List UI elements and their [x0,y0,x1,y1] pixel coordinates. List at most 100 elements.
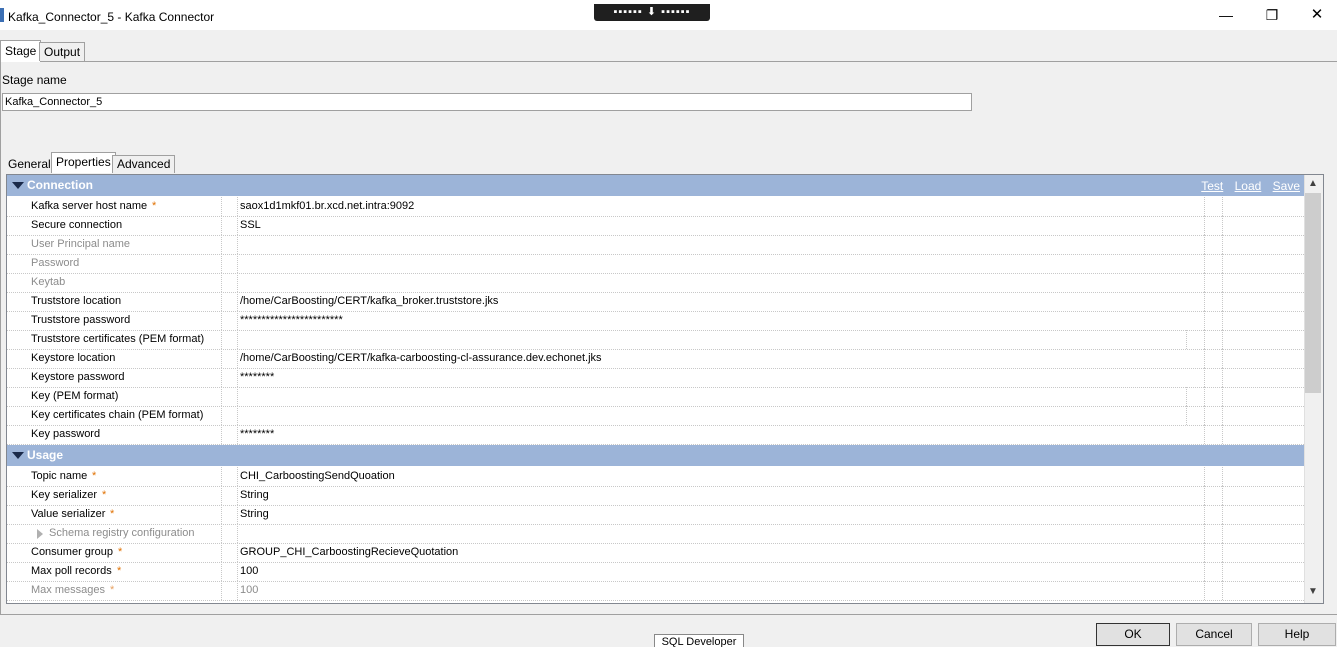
test-link[interactable]: Test [1201,179,1223,193]
property-row[interactable]: Truststore password *********************… [7,311,1304,331]
property-label: User Principal name [31,238,131,250]
property-value[interactable]: ******** [240,371,274,383]
required-marker: * [92,470,97,482]
property-row[interactable]: Password [7,254,1304,274]
column-separator [1204,273,1206,292]
property-row[interactable]: Max poll records * 100 [7,562,1304,582]
property-label: Consumer group [31,546,113,558]
property-row[interactable]: User Principal name [7,235,1304,255]
column-separator [1222,486,1224,505]
column-separator [1204,235,1206,254]
property-row[interactable]: Value serializer * String [7,505,1304,525]
column-separator [221,197,223,216]
tab-general[interactable]: General [4,156,55,173]
property-value[interactable]: GROUP_CHI_CarboostingRecieveQuotation [240,546,458,558]
property-value[interactable]: SSL [240,219,261,231]
column-separator [1222,197,1224,216]
column-separator [221,254,223,273]
scroll-up-icon[interactable]: ▲ [1304,175,1322,193]
expand-triangle-icon[interactable] [37,529,43,539]
column-separator [237,197,239,216]
column-separator [1204,562,1206,581]
property-value[interactable]: String [240,508,269,520]
column-separator [1204,216,1206,235]
taskbar-tooltip: SQL Developer [654,634,744,647]
save-link[interactable]: Save [1273,179,1300,193]
property-label: Keytab [31,276,66,288]
column-separator [221,562,223,581]
minimize-button[interactable]: — [1203,0,1249,30]
property-value[interactable]: CHI_CarboostingSendQuoation [240,470,395,482]
column-separator [237,368,239,387]
tab-output[interactable]: Output [39,42,86,61]
property-row[interactable]: Schema registry configuration [7,524,1304,544]
tab-properties[interactable]: Properties [51,152,116,173]
ok-button[interactable]: OK [1096,623,1170,646]
column-separator [1204,311,1206,330]
tab-stage[interactable]: Stage [0,40,42,62]
column-separator [221,273,223,292]
property-value[interactable]: String [240,489,269,501]
column-separator [1204,543,1206,562]
property-label: Kafka server host name [31,200,148,212]
property-value[interactable]: 100 [240,565,258,577]
property-row[interactable]: Key (PEM format) [7,387,1304,407]
column-separator [237,581,239,600]
property-row[interactable]: Consumer group * GROUP_CHI_CarboostingReci… [7,543,1304,563]
property-row[interactable]: Keytab [7,273,1304,293]
column-separator [1204,292,1206,311]
property-label: Truststore location [31,295,122,307]
cancel-button[interactable]: Cancel [1176,623,1252,646]
column-separator [1204,581,1206,600]
column-separator [237,311,239,330]
section-title: Connection [27,178,93,192]
section-usage-header[interactable]: Usage [7,445,1304,466]
required-marker: * [152,200,157,212]
column-separator [221,292,223,311]
column-separator [1222,292,1224,311]
column-separator [237,254,239,273]
load-link[interactable]: Load [1235,179,1262,193]
property-row[interactable]: Keystore password ******** [7,368,1304,388]
property-row[interactable]: Secure connection SSL [7,216,1304,236]
column-separator [1204,505,1206,524]
property-row[interactable]: Truststore certificates (PEM format) [7,330,1304,350]
column-separator [1204,486,1206,505]
column-separator [1186,387,1188,406]
section-connection-header[interactable]: Connection Test Load Save [7,175,1304,196]
property-row[interactable]: Key password ******** [7,425,1304,445]
column-separator [1222,368,1224,387]
property-row[interactable]: Keystore location/home/CarBoosting/CERT/… [7,349,1304,369]
scroll-thumb[interactable] [1305,193,1321,393]
column-separator [237,562,239,581]
property-label: Truststore password [31,314,131,326]
property-row[interactable]: Key certificates chain (PEM format) [7,406,1304,426]
remote-session-bar[interactable]: ▪▪▪▪▪▪ ⬇ ▪▪▪▪▪▪ [594,4,710,21]
property-label: Key certificates chain (PEM format) [31,409,204,421]
property-value[interactable]: saox1d1mkf01.br.xcd.net.intra:9092 [240,200,414,212]
property-value[interactable]: ******** [240,428,274,440]
help-button[interactable]: Help [1258,623,1336,646]
column-separator [1204,197,1206,216]
property-row[interactable]: Topic name * CHI_CarboostingSendQuoation [7,467,1304,487]
tab-advanced[interactable]: Advanced [112,155,176,173]
property-row[interactable]: Max messages * 100 [7,581,1304,601]
column-separator [221,235,223,254]
collapse-triangle-icon[interactable] [12,182,24,189]
property-row[interactable]: Truststore location/home/CarBoosting/CER… [7,292,1304,312]
property-value[interactable]: ************************ [240,314,343,326]
stage-name-input[interactable] [2,93,972,111]
property-value[interactable]: /home/CarBoosting/CERT/kafka_broker.trus… [240,295,498,307]
column-separator [1222,235,1224,254]
column-separator [237,467,239,486]
column-separator [237,330,239,349]
property-value[interactable]: /home/CarBoosting/CERT/kafka-carboosting… [240,352,602,364]
property-row[interactable]: Key serializer * String [7,486,1304,506]
property-label: Topic name [31,470,88,482]
maximize-button[interactable]: ❐ [1249,0,1295,30]
property-row[interactable]: Kafka server host name * saox1d1mkf01.br.x… [7,197,1304,217]
collapse-triangle-icon[interactable] [12,452,24,459]
scroll-down-icon[interactable]: ▼ [1304,583,1322,601]
close-button[interactable]: ✕ [1294,0,1337,30]
property-value[interactable]: 100 [240,584,258,596]
